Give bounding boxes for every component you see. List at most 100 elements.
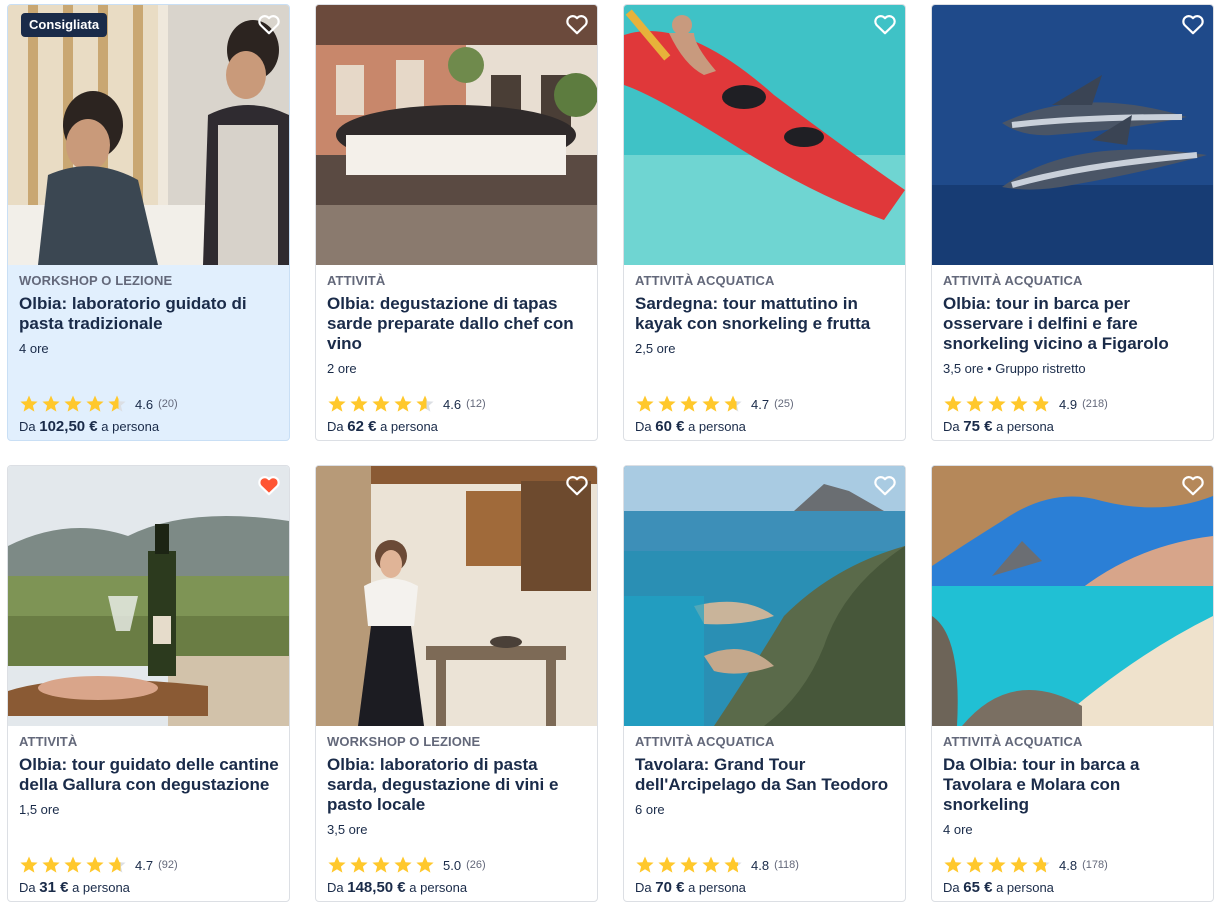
card-body: ATTIVITÀ ACQUATICA Olbia: tour in barca …: [943, 273, 1203, 440]
heart-icon[interactable]: [1180, 11, 1206, 37]
price-prefix: Da: [327, 419, 344, 434]
activity-duration: 6 ore: [635, 802, 665, 817]
star-icon: [86, 856, 104, 873]
heart-icon[interactable]: [872, 11, 898, 37]
price: Da 65 € a persona: [943, 879, 1054, 896]
activity-category: ATTIVITÀ ACQUATICA: [943, 734, 1083, 749]
price: Da 60 € a persona: [635, 418, 746, 435]
star-icon: [394, 856, 412, 873]
activity-category: ATTIVITÀ ACQUATICA: [943, 273, 1083, 288]
activity-card[interactable]: ATTIVITÀ ACQUATICA Tavolara: Grand Tour …: [623, 465, 906, 902]
star-icon: [702, 395, 720, 412]
price-suffix: a persona: [101, 419, 160, 434]
review-count: (20): [158, 398, 178, 410]
price: Da 70 € a persona: [635, 879, 746, 896]
activity-photo[interactable]: [316, 5, 597, 265]
star-icon: [636, 856, 654, 873]
activity-category: WORKSHOP O LEZIONE: [19, 273, 173, 288]
star-icon: [350, 395, 368, 412]
activity-category: ATTIVITÀ ACQUATICA: [635, 734, 775, 749]
price-suffix: a persona: [380, 419, 438, 434]
star-rating: [19, 855, 127, 875]
price-suffix: a persona: [688, 419, 746, 434]
heart-icon[interactable]: [872, 472, 898, 498]
activity-title[interactable]: Olbia: degustazione di tapas sarde prepa…: [327, 294, 587, 354]
price: Da 148,50 € a persona: [327, 879, 467, 896]
price-prefix: Da: [943, 419, 960, 434]
activity-category: WORKSHOP O LEZIONE: [327, 734, 481, 749]
star-rating: [327, 394, 435, 414]
rating-score: 4.8: [751, 857, 770, 873]
rating: 5.0 (26): [327, 854, 486, 876]
star-icon: [658, 395, 676, 412]
activity-title[interactable]: Olbia: tour guidato delle cantine della …: [19, 755, 279, 795]
activity-photo[interactable]: [932, 5, 1213, 265]
heart-icon[interactable]: [256, 11, 282, 37]
star-icon: [966, 395, 984, 412]
activity-card[interactable]: ATTIVITÀ ACQUATICA Da Olbia: tour in bar…: [931, 465, 1214, 902]
star-icon: [944, 856, 962, 873]
activity-card[interactable]: ATTIVITÀ Olbia: tour guidato delle canti…: [7, 465, 290, 902]
review-count: (12): [466, 398, 486, 410]
activity-card[interactable]: ATTIVITÀ Olbia: degustazione di tapas sa…: [315, 4, 598, 441]
rating-score: 4.6: [135, 396, 154, 412]
activity-category: ATTIVITÀ: [19, 734, 78, 749]
star-icon: [1010, 395, 1028, 412]
activity-title[interactable]: Sardegna: tour mattutino in kayak con sn…: [635, 294, 895, 334]
activity-card[interactable]: ATTIVITÀ ACQUATICA Olbia: tour in barca …: [931, 4, 1214, 441]
activity-card[interactable]: Consigliata WORKSHOP O LEZIONE Olbia: la…: [7, 4, 290, 441]
activity-duration: 3,5 ore: [327, 822, 368, 837]
star-icon: [1032, 856, 1050, 873]
star-icon: [944, 395, 962, 412]
activity-title[interactable]: Tavolara: Grand Tour dell'Arcipelago da …: [635, 755, 895, 795]
activity-card[interactable]: WORKSHOP O LEZIONE Olbia: laboratorio di…: [315, 465, 598, 902]
price-prefix: Da: [635, 419, 652, 434]
price-value: 148,50 €: [347, 879, 406, 896]
activity-photo[interactable]: [8, 5, 289, 265]
price-value: 102,50 €: [39, 418, 98, 435]
price-suffix: a persona: [688, 880, 746, 895]
price: Da 75 € a persona: [943, 418, 1054, 435]
star-icon: [416, 856, 434, 873]
activity-photo[interactable]: [932, 466, 1213, 726]
price-value: 65 €: [963, 879, 993, 896]
heart-icon[interactable]: [564, 11, 590, 37]
review-count: (218): [1082, 398, 1108, 410]
activity-title[interactable]: Olbia: laboratorio di pasta sarda, degus…: [327, 755, 587, 815]
star-icon: [328, 395, 346, 412]
star-icon: [64, 395, 82, 412]
price-value: 75 €: [963, 418, 993, 435]
rating: 4.7 (92): [19, 854, 178, 876]
price-prefix: Da: [327, 880, 344, 895]
activity-title[interactable]: Olbia: tour in barca per osservare i del…: [943, 294, 1203, 354]
star-rating: [327, 855, 435, 875]
activity-title[interactable]: Da Olbia: tour in barca a Tavolara e Mol…: [943, 755, 1203, 815]
star-icon: [42, 856, 60, 873]
activity-photo[interactable]: [8, 466, 289, 726]
card-body: WORKSHOP O LEZIONE Olbia: laboratorio di…: [327, 734, 587, 901]
activity-photo[interactable]: [624, 5, 905, 265]
star-rating: [635, 394, 743, 414]
price-suffix: a persona: [996, 880, 1054, 895]
star-icon: [42, 395, 60, 412]
heart-icon[interactable]: [564, 472, 590, 498]
activity-card[interactable]: ATTIVITÀ ACQUATICA Sardegna: tour mattut…: [623, 4, 906, 441]
rating: 4.7 (25): [635, 393, 794, 415]
activity-photo[interactable]: [624, 466, 905, 726]
star-icon: [658, 856, 676, 873]
review-count: (26): [466, 859, 486, 871]
activity-photo[interactable]: [316, 466, 597, 726]
activity-duration: 2,5 ore: [635, 341, 676, 356]
activity-title[interactable]: Olbia: laboratorio guidato di pasta trad…: [19, 294, 279, 334]
star-rating: [943, 855, 1051, 875]
rating: 4.9 (218): [943, 393, 1108, 415]
heart-icon[interactable]: [1180, 472, 1206, 498]
star-rating: [19, 394, 127, 414]
star-icon: [988, 395, 1006, 412]
price-prefix: Da: [19, 419, 36, 434]
star-icon: [988, 856, 1006, 873]
rating-score: 4.7: [135, 857, 154, 873]
heart-icon[interactable]: [256, 472, 282, 498]
price: Da 31 € a persona: [19, 879, 130, 896]
star-rating: [943, 394, 1051, 414]
